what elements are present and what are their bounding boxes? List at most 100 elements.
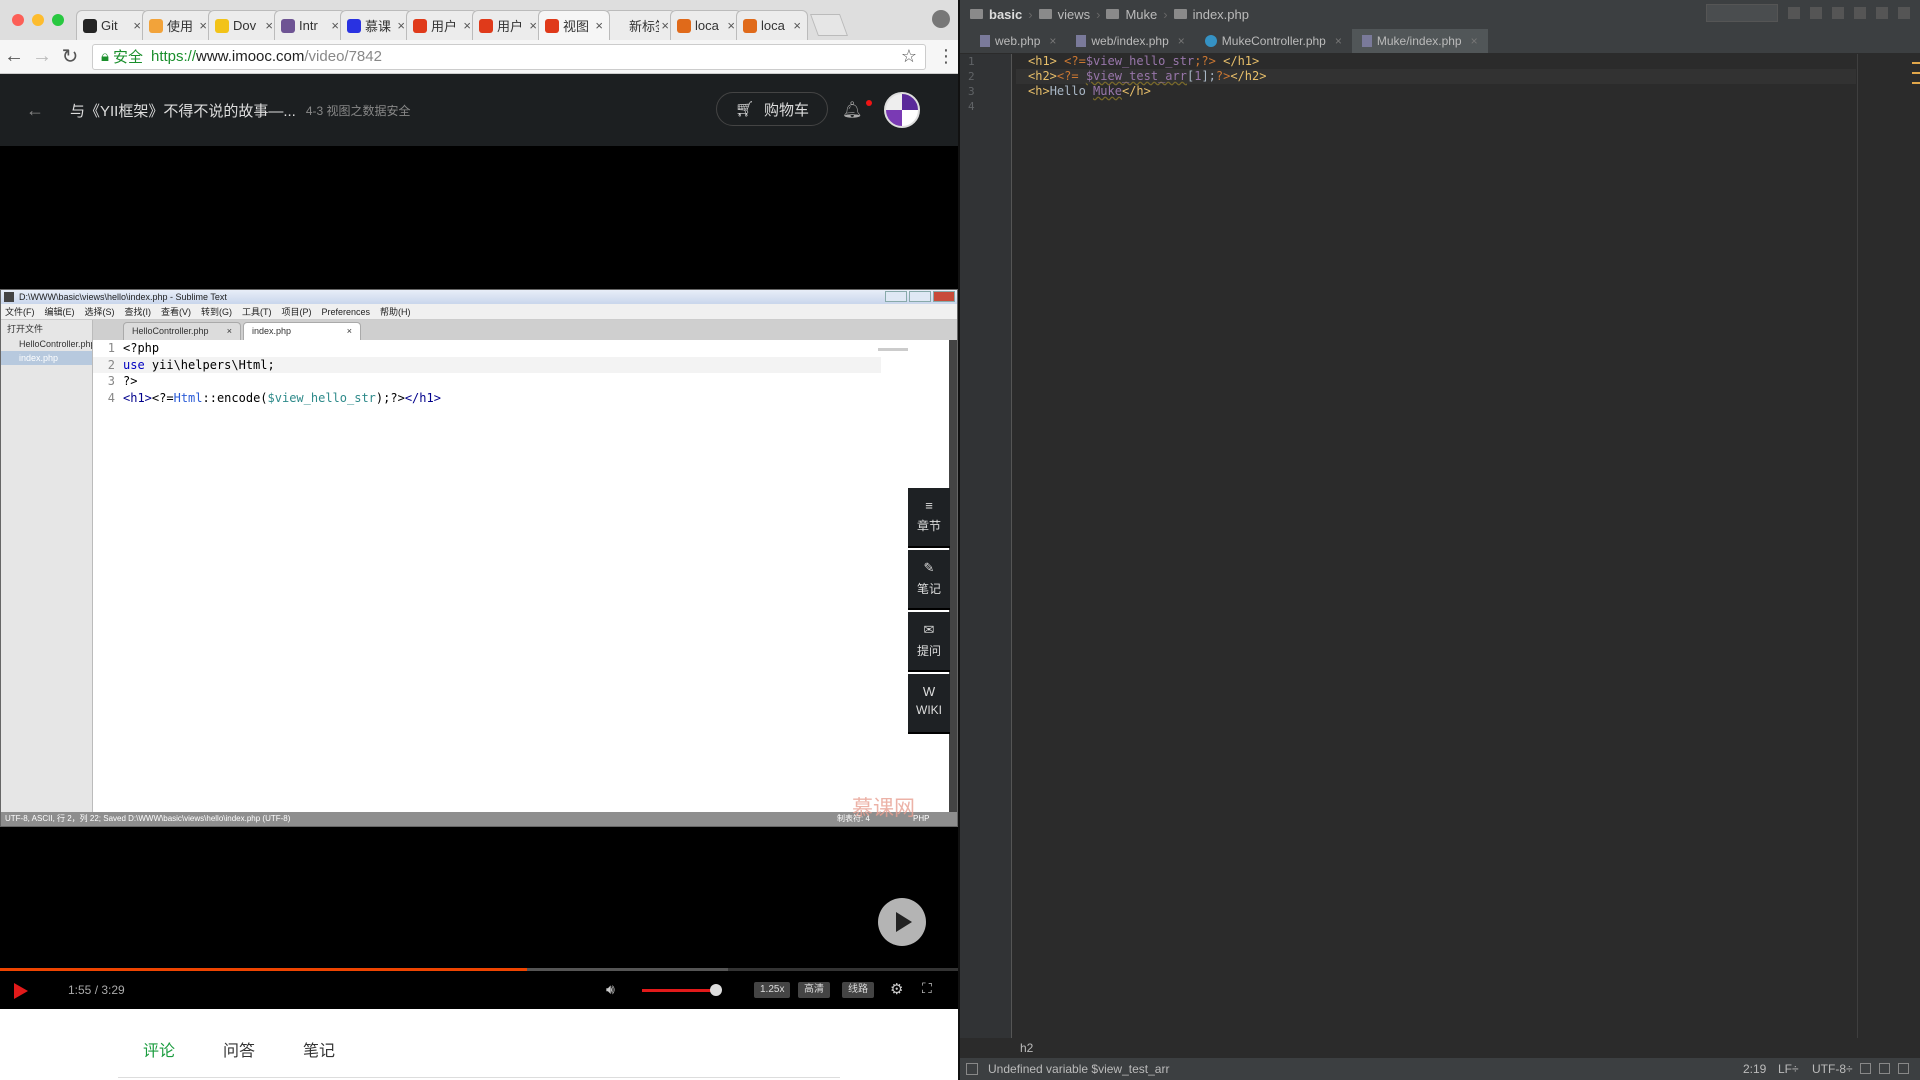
menu-item[interactable]: 查看(V) [161, 304, 191, 319]
route-button[interactable]: 线路 [842, 982, 874, 998]
tab-qa[interactable]: 问答 [223, 1037, 255, 1061]
avatar[interactable] [884, 92, 920, 128]
menu-kebab-icon[interactable]: ⋮ [934, 46, 958, 67]
code-token: $view_test_arr [1085, 69, 1187, 83]
bell-icon[interactable]: 🔔︎ [842, 100, 862, 120]
close-icon[interactable]: × [1049, 34, 1056, 48]
close-window-button[interactable] [12, 14, 24, 26]
close-icon[interactable]: × [1335, 34, 1342, 48]
php-file-icon [980, 35, 990, 47]
browser-tab[interactable]: 慕课 × [340, 10, 412, 40]
close-icon[interactable]: × [1178, 34, 1185, 48]
quality-button[interactable]: 高清 [798, 982, 830, 998]
big-play-button[interactable] [878, 898, 926, 946]
volume-slider[interactable] [642, 989, 716, 992]
menu-item[interactable]: Preferences [322, 304, 371, 319]
close-tab-icon[interactable]: × [595, 18, 603, 33]
play-icon[interactable] [14, 983, 28, 999]
browser-tab[interactable]: 用户 × [472, 10, 544, 40]
close-tab-icon[interactable]: × [265, 18, 273, 33]
browser-tab[interactable]: 使用 × [142, 10, 214, 40]
close-tab-icon[interactable]: × [793, 18, 801, 33]
fullscreen-icon[interactable]: ⛶ [922, 980, 932, 997]
address-bar[interactable]: 🔒︎ 安全 https:// www.imooc.com /video/7842… [92, 43, 926, 70]
back-icon[interactable]: ← [0, 45, 28, 68]
close-icon[interactable]: × [1471, 34, 1478, 48]
inspector-icon[interactable] [1879, 1063, 1890, 1074]
gear-icon[interactable]: ⚙ [890, 980, 903, 998]
reload-icon[interactable]: ↻ [56, 44, 84, 69]
close-tab-icon[interactable]: × [199, 18, 207, 33]
back-arrow-icon[interactable]: ← [0, 100, 70, 121]
profile-icon[interactable] [932, 10, 950, 28]
browser-tab[interactable]: Dov × [208, 10, 280, 40]
menu-item[interactable]: 工具(T) [242, 304, 272, 319]
browser-tab[interactable]: 视图 × [538, 10, 610, 40]
menu-item[interactable]: 转到(G) [201, 304, 232, 319]
breadcrumb-item[interactable]: basic [989, 7, 1022, 22]
breadcrumb-item[interactable]: Muke [1125, 7, 1157, 22]
debug-icon[interactable] [1810, 7, 1822, 19]
code-token: <?= [1064, 54, 1086, 68]
tab-comments[interactable]: 评论 [143, 1037, 175, 1061]
new-tab-button[interactable] [809, 14, 849, 36]
menu-item[interactable]: 查找(I) [125, 304, 152, 319]
stop-icon[interactable] [1876, 7, 1888, 19]
lock-icon[interactable] [1860, 1063, 1871, 1074]
code-line: <h1> <?=$view_hello_str;?> </h1> [1016, 54, 1856, 69]
close-tab-icon[interactable]: × [463, 18, 471, 33]
editor-tab[interactable]: web.php × [970, 29, 1066, 53]
browser-tab[interactable]: loca × [736, 10, 808, 40]
browser-tab[interactable]: 新标签× [604, 10, 676, 40]
close-tab-icon[interactable]: × [661, 18, 669, 33]
zoom-window-button[interactable] [52, 14, 64, 26]
video-side-button[interactable]: ✎ 笔记 [908, 550, 950, 610]
close-tab-icon[interactable]: × [397, 18, 405, 33]
status-icons [1860, 1063, 1909, 1074]
menu-item[interactable]: 文件(F) [5, 304, 35, 319]
code-token: <h> [1028, 84, 1050, 98]
file-encoding[interactable]: UTF-8÷ [1812, 1058, 1853, 1080]
menu-item[interactable]: 项目(P) [282, 304, 312, 319]
chapters-icon: ≡ [925, 498, 933, 513]
menu-item[interactable]: 编辑(E) [45, 304, 75, 319]
search-icon[interactable] [1898, 7, 1910, 19]
editor-tab[interactable]: MukeController.php × [1195, 29, 1352, 53]
sublime-title-bar: D:\WWW\basic\views\hello\index.php - Sub… [1, 290, 957, 304]
tool-windows-icon[interactable] [966, 1063, 978, 1075]
forward-icon[interactable]: → [28, 45, 56, 68]
breadcrumb-item[interactable]: index.php [1193, 7, 1249, 22]
close-tab-icon[interactable]: × [133, 18, 141, 33]
volume-knob[interactable] [709, 984, 722, 996]
caret-position[interactable]: 2:19 [1743, 1058, 1766, 1080]
close-tab-icon[interactable]: × [529, 18, 537, 33]
editor-tab-label: MukeController.php [1221, 34, 1326, 48]
video-side-button[interactable]: W WIKI [908, 674, 950, 734]
browser-tab[interactable]: 用户 × [406, 10, 478, 40]
editor-tab[interactable]: Muke/index.php × [1351, 29, 1488, 53]
volume-icon[interactable]: 🔊︎ [606, 981, 615, 998]
browser-tab[interactable]: Git × [76, 10, 148, 40]
menu-item[interactable]: 选择(S) [85, 304, 115, 319]
speed-button[interactable]: 1.25x [754, 982, 791, 998]
cart-button[interactable]: 🛒︎ 购物车 [716, 92, 828, 126]
bookmark-star-icon[interactable]: ☆ [901, 46, 917, 67]
minimize-window-button[interactable] [32, 14, 44, 26]
line-separator[interactable]: LF÷ [1778, 1058, 1799, 1080]
close-tab-icon[interactable]: × [331, 18, 339, 33]
run-icon[interactable] [1788, 7, 1800, 19]
browser-tab[interactable]: Intr × [274, 10, 346, 40]
video-side-button[interactable]: ✉ 提问 [908, 612, 950, 672]
vcs-icon[interactable] [1854, 7, 1866, 19]
breadcrumb-item[interactable]: views [1058, 7, 1091, 22]
browser-tab[interactable]: loca × [670, 10, 742, 40]
coverage-icon[interactable] [1832, 7, 1844, 19]
tab-notes[interactable]: 笔记 [303, 1037, 335, 1061]
event-log-icon[interactable] [1898, 1063, 1909, 1074]
menu-item[interactable]: 帮助(H) [380, 304, 411, 319]
run-config-select[interactable] [1706, 4, 1778, 22]
video-side-button[interactable]: ≡ 章节 [908, 488, 950, 548]
editor-tab[interactable]: web/index.php × [1066, 29, 1194, 53]
code-editor[interactable]: <h1> <?=$view_hello_str;?> </h1> <h2><?= … [1016, 54, 1856, 1038]
close-tab-icon[interactable]: × [727, 18, 735, 33]
